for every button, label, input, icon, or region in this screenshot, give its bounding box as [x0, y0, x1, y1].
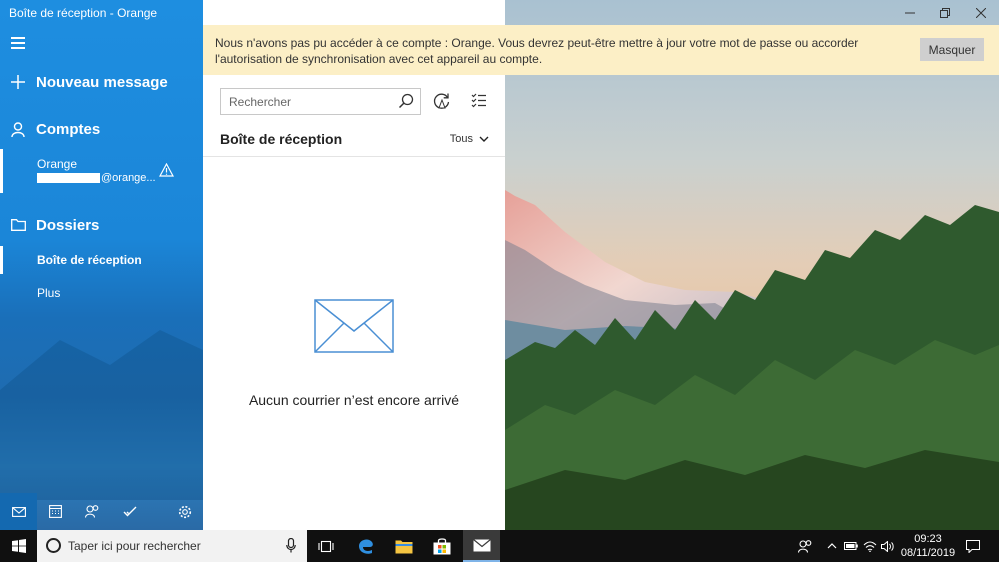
sidebar: Boîte de réception - Orange Nouveau mess…	[0, 0, 203, 530]
folders-button[interactable]: Dossiers	[0, 215, 203, 235]
folder-selection-bar	[0, 246, 3, 274]
wifi-icon[interactable]	[861, 530, 879, 562]
search-box[interactable]: Rechercher	[220, 88, 421, 115]
new-message-label: Nouveau message	[36, 73, 168, 91]
sidebar-bottom-bar	[0, 493, 203, 530]
people-tray-icon[interactable]	[795, 530, 815, 562]
filter-label: Tous	[449, 133, 473, 145]
sidebar-background	[0, 330, 203, 500]
taskbar: Taper ici pour rechercher 09:23 08/11/20…	[0, 530, 999, 562]
mountain-landscape	[505, 0, 999, 530]
account-email: @orange...	[37, 172, 156, 184]
folder-icon	[0, 219, 36, 231]
action-center-icon[interactable]	[962, 530, 984, 562]
settings-icon[interactable]	[166, 493, 203, 530]
reading-pane-background	[505, 0, 999, 530]
cortana-icon	[46, 538, 61, 553]
volume-icon[interactable]	[879, 530, 897, 562]
task-view-icon	[317, 540, 334, 552]
window-title: Boîte de réception - Orange	[9, 6, 158, 20]
minimize-button[interactable]	[891, 0, 928, 25]
folders-heading: Dossiers	[36, 216, 100, 234]
start-button[interactable]	[0, 530, 37, 562]
minimize-icon	[904, 12, 915, 13]
store-icon	[433, 537, 450, 554]
sync-error-notification: Nous n'avons pas pu accéder à ce compte …	[203, 25, 999, 75]
edge-icon	[358, 539, 373, 554]
close-button[interactable]	[962, 0, 999, 25]
notification-text: Nous n'avons pas pu accéder à ce compte …	[215, 36, 859, 66]
inbox-title: Boîte de réception	[220, 131, 343, 147]
mail-app-icon	[472, 538, 491, 551]
redacted-email	[37, 173, 100, 183]
plus-icon	[0, 75, 36, 89]
clock-date: 08/11/2019	[900, 547, 956, 559]
accounts-heading: Comptes	[36, 120, 101, 138]
clock-time: 09:23	[914, 533, 942, 545]
empty-envelope-icon	[314, 299, 394, 358]
accounts-button[interactable]: Comptes	[0, 119, 203, 139]
restore-button[interactable]	[926, 0, 963, 25]
list-divider	[203, 156, 505, 157]
mail-app-button[interactable]	[463, 530, 500, 562]
account-email-domain: @orange...	[101, 172, 156, 184]
empty-inbox-message: Aucun courrier n’est encore arrivé	[248, 392, 460, 408]
calendar-icon[interactable]	[37, 493, 74, 530]
task-view-button[interactable]	[307, 530, 344, 562]
search-icon[interactable]	[398, 93, 414, 112]
folder-item-more[interactable]: Plus	[37, 286, 60, 300]
account-selection-bar	[0, 149, 3, 193]
search-placeholder: Rechercher	[229, 94, 292, 109]
chevron-down-icon	[479, 133, 489, 145]
sync-icon[interactable]	[433, 92, 451, 115]
folder-label-inbox: Boîte de réception	[37, 253, 142, 267]
taskbar-clock[interactable]: 09:23 08/11/2019	[896, 532, 960, 560]
microphone-icon[interactable]	[286, 537, 296, 556]
taskbar-search-box[interactable]: Taper ici pour rechercher	[37, 530, 307, 562]
selection-mode-icon[interactable]	[471, 92, 487, 113]
store-button[interactable]	[423, 530, 460, 562]
new-message-button[interactable]: Nouveau message	[0, 72, 203, 92]
chevron-up-icon[interactable]	[823, 530, 841, 562]
warning-icon[interactable]	[158, 162, 175, 182]
folder-icon	[395, 540, 412, 553]
taskbar-search-placeholder: Taper ici pour rechercher	[68, 539, 201, 553]
battery-icon[interactable]	[842, 530, 860, 562]
message-list-pane: Rechercher Boîte de réception Tous Aucun…	[203, 0, 505, 530]
hamburger-menu-icon[interactable]	[11, 37, 25, 49]
file-explorer-button[interactable]	[385, 530, 422, 562]
filter-dropdown[interactable]: Tous	[450, 133, 489, 145]
person-icon	[0, 121, 36, 137]
people-icon[interactable]	[74, 493, 111, 530]
account-name: Orange	[37, 157, 78, 171]
mail-icon[interactable]	[0, 493, 37, 530]
dismiss-button[interactable]: Masquer	[920, 38, 984, 61]
edge-button[interactable]	[347, 530, 384, 562]
todo-icon[interactable]	[111, 493, 148, 530]
close-icon	[975, 7, 986, 18]
windows-logo-icon	[11, 539, 26, 553]
restore-icon	[939, 7, 950, 18]
